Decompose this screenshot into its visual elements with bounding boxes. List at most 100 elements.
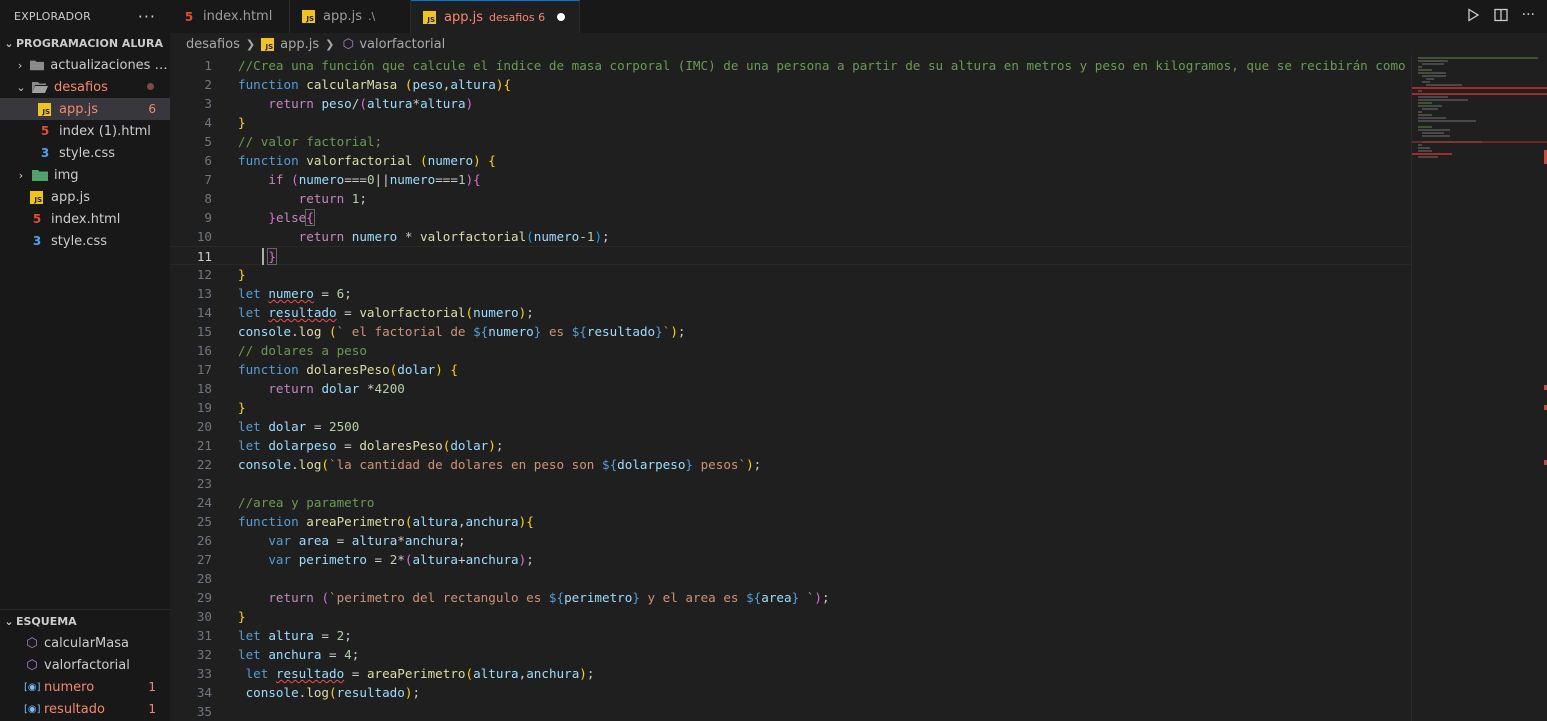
code-text: function valorfactorial (numero) { <box>238 153 496 168</box>
editor-actions: ··· <box>1466 8 1535 22</box>
tree-item-label: index.html <box>51 211 121 227</box>
code-line: 8 return 1; <box>170 189 1411 208</box>
line-number: 13 <box>196 286 212 301</box>
code-text: if (numero===0||numero===1){ <box>268 172 481 187</box>
breadcrumb: desafios ❯ JS app.js ❯ ⬡ valorfactorial <box>170 33 1547 55</box>
tree-item-app-js-desafios[interactable]: JS app.js 6 <box>0 98 170 120</box>
code-text: //area y parametro <box>238 495 375 510</box>
tree-item-app-js[interactable]: JS app.js <box>0 186 170 208</box>
code-text: console.log(resultado); <box>245 685 421 700</box>
line-number: 1 <box>204 58 212 73</box>
code-editor[interactable]: 1 //Crea una función que calcule el índic… <box>170 55 1411 721</box>
code-text: } <box>238 400 246 415</box>
line-number: 32 <box>196 647 212 662</box>
tree-item-actualizaciones[interactable]: › actualizaciones del... <box>0 54 170 76</box>
tree-item-img[interactable]: › img <box>0 164 170 186</box>
line-number: 31 <box>196 628 212 643</box>
tab-app-js-desafios[interactable]: JS app.js desafios 6 <box>411 0 581 33</box>
function-cube-icon: ⬡ <box>26 657 38 673</box>
css-file-icon: 3 <box>32 234 42 248</box>
line-number: 35 <box>196 704 212 719</box>
code-text: } <box>238 609 246 624</box>
breadcrumb-symbol[interactable]: valorfactorial <box>359 37 445 52</box>
code-text: let dolar = 2500 <box>238 419 360 434</box>
outline-item-label: resultado <box>44 701 105 717</box>
problem-count-badge: 1 <box>148 702 156 716</box>
line-number: 7 <box>204 172 212 187</box>
tree-item-index-1-html[interactable]: 5 index (1).html <box>0 120 170 142</box>
code-line: 28 <box>170 569 1411 588</box>
line-number: 8 <box>204 191 212 206</box>
code-text: console.log (` el factorial de ${numero}… <box>238 324 686 339</box>
problem-count-badge: 6 <box>148 102 156 116</box>
tab-app-js-root[interactable]: JS app.js .\ <box>290 0 411 33</box>
line-number: 26 <box>196 533 212 548</box>
breadcrumb-folder[interactable]: desafios <box>186 37 240 52</box>
tree-item-index-html[interactable]: 5 index.html <box>0 208 170 230</box>
code-text: } <box>238 267 246 282</box>
outline-item-calcularmasa[interactable]: ⬡ calcularMasa <box>0 632 170 654</box>
explorer-header: EXPLORADOR ··· <box>0 0 170 32</box>
breadcrumb-file[interactable]: app.js <box>280 37 319 52</box>
folder-icon <box>30 60 45 71</box>
line-number: 34 <box>196 685 212 700</box>
code-line: 20 let dolar = 2500 <box>170 417 1411 436</box>
js-file-icon: JS <box>261 37 275 51</box>
minimap[interactable] <box>1411 55 1547 721</box>
code-line: 21 let dolarpeso = dolaresPeso(dolar); <box>170 436 1411 455</box>
line-number: 23 <box>196 476 212 491</box>
css-file-icon: 3 <box>40 146 50 160</box>
code-line: 29 return (`perimetro del rectangulo es … <box>170 588 1411 607</box>
tree-item-style-css[interactable]: 3 style.css <box>0 230 170 252</box>
code-line: 9 }else{ <box>170 208 1411 227</box>
more-actions-icon[interactable]: ··· <box>1522 8 1535 22</box>
tree-item-desafios[interactable]: ⌄ desafios <box>0 76 170 98</box>
split-editor-icon[interactable] <box>1493 8 1508 22</box>
text-cursor <box>262 248 264 265</box>
code-line: 34 console.log(resultado); <box>170 683 1411 702</box>
editor-tabs: 5 index.html JS app.js .\ JS app.js desa… <box>170 0 1547 34</box>
code-text: return peso/(altura*altura) <box>268 96 474 111</box>
tab-description: desafios 6 <box>489 10 546 24</box>
code-text: return (`perimetro del rectangulo es ${p… <box>268 590 830 605</box>
tree-item-label: app.js <box>51 189 90 205</box>
explorer-title: EXPLORADOR <box>14 9 92 23</box>
tab-label: index.html <box>203 9 273 24</box>
code-text: let dolarpeso = dolaresPeso(dolar); <box>238 438 504 453</box>
tree-item-style-css-desafios[interactable]: 3 style.css <box>0 142 170 164</box>
line-number: 3 <box>204 96 212 111</box>
outline-item-resultado[interactable]: [◉] resultado 1 <box>0 698 170 720</box>
code-line: 1 //Crea una función que calcule el índic… <box>170 56 1411 75</box>
code-line: 5 // valor factorial; <box>170 132 1411 151</box>
code-line: 31 let altura = 2; <box>170 626 1411 645</box>
code-text: } <box>267 248 277 265</box>
code-text: function areaPerimetro(altura,anchura){ <box>238 514 534 529</box>
more-actions-icon[interactable]: ··· <box>138 7 156 26</box>
outline-panel: ⌄ ESQUEMA ⬡ calcularMasa ⬡ valorfactoria… <box>0 609 170 720</box>
line-number: 16 <box>196 343 212 358</box>
explorer-sidebar: EXPLORADOR ··· ⌄ PROGRAMACION ALURA › ac… <box>0 0 171 721</box>
code-line: 7 if (numero===0||numero===1){ <box>170 170 1411 189</box>
js-file-icon: JS <box>423 10 436 24</box>
code-text: function calcularMasa (peso,altura){ <box>238 77 512 92</box>
code-text: function dolaresPeso(dolar) { <box>238 362 458 377</box>
chevron-right-icon: ❯ <box>325 37 335 51</box>
code-line: 32 let anchura = 4; <box>170 645 1411 664</box>
line-number: 33 <box>196 666 212 681</box>
run-icon[interactable] <box>1466 8 1480 22</box>
project-section-header[interactable]: ⌄ PROGRAMACION ALURA <box>0 32 170 54</box>
outline-section-header[interactable]: ⌄ ESQUEMA <box>0 609 170 632</box>
code-line: 23 <box>170 474 1411 493</box>
line-number: 24 <box>196 495 212 510</box>
tree-item-label: img <box>54 167 79 183</box>
code-line: 12} <box>170 265 1411 284</box>
html-file-icon: 5 <box>32 212 42 226</box>
code-line: 17 function dolaresPeso(dolar) { <box>170 360 1411 379</box>
unsaved-dot-icon[interactable] <box>557 13 566 21</box>
outline-item-valorfactorial[interactable]: ⬡ valorfactorial <box>0 654 170 676</box>
code-line-current: 11 } <box>170 246 1411 265</box>
outline-item-numero[interactable]: [◉] numero 1 <box>0 676 170 698</box>
line-number: 30 <box>196 609 212 624</box>
tab-index-html[interactable]: 5 index.html <box>170 0 290 33</box>
code-text: let anchura = 4; <box>238 647 360 662</box>
